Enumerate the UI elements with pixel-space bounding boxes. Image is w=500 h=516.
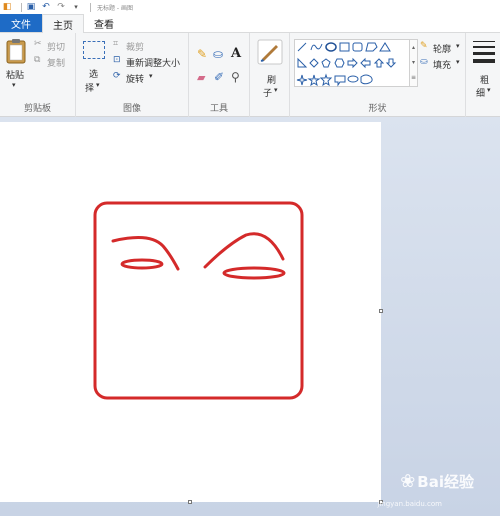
brushes-button[interactable]: 刷 子 ▾ [255,39,285,99]
paste-dropdown-icon: ▾ [12,81,16,89]
rotate-label: 旋转 [126,75,145,85]
paw-icon: ❀ [400,471,416,492]
baidu-watermark: ❀ Bai经验 [400,471,474,492]
shapes-gallery-icons [296,42,397,87]
paste-button[interactable]: 粘贴 ▾ [3,38,29,96]
brush-icon [257,39,283,65]
copy-button[interactable]: ⧉ 复制 [34,55,74,69]
clipboard-group: 粘贴 ▾ ✂ 剪切 ⧉ 复制 剪贴板 [0,33,76,117]
size-label-1: 粗 [480,76,490,86]
divider [90,2,91,12]
shapes-scroll[interactable]: ▴ ▾ ≡ [410,39,418,87]
cut-button[interactable]: ✂ 剪切 [34,39,74,53]
text-tool-icon[interactable]: A [231,46,241,61]
eraser-icon[interactable]: ▰ [197,71,205,84]
outline-button[interactable]: ✎ 轮廓 ▾ [420,41,464,55]
shapes-group-label: 形状 [368,104,387,114]
tools-group-label: 工具 [209,104,228,114]
watermark-url: jingyan.baidu.com [377,500,442,508]
select-label-2: 择 [85,84,95,94]
outline-label: 轮廓 [433,45,452,55]
size-group: 粗 细 ▾ [466,33,500,117]
size-label-2: 细 [476,89,486,99]
quick-access-toolbar: ◧ ▣ ↶ ↷ ▾ 无标题 - 画图 [0,0,500,14]
copy-icon: ⧉ [34,55,41,65]
resize-handle-right[interactable] [379,309,383,313]
fill-icon: ⛀ [420,57,428,67]
brushes-label-2: 子 [263,89,273,99]
brushes-group: 刷 子 ▾ [250,33,290,117]
tab-file[interactable]: 文件 [0,14,42,32]
undo-icon[interactable]: ↶ [41,2,51,12]
rotate-button[interactable]: ⟳ 旋转 ▾ [113,71,173,85]
crop-label: 裁剪 [126,43,145,53]
brushes-dropdown-icon: ▾ [274,86,278,94]
scissors-icon: ✂ [34,39,42,49]
drawing-canvas[interactable] [0,122,381,502]
size-button[interactable]: 粗 细 ▾ [471,39,497,99]
outline-icon: ✎ [420,41,428,51]
select-dropdown-icon: ▾ [96,81,100,89]
fill-bucket-icon[interactable]: ⛀ [213,47,223,61]
rotate-dropdown-icon: ▾ [149,72,153,80]
resize-handle-bottom[interactable] [188,500,192,504]
paint-app-icon[interactable]: ◧ [2,2,12,12]
watermark-brand: Bai经验 [417,473,474,491]
color-picker-icon[interactable]: ✐ [214,70,224,84]
customize-chevron-icon[interactable]: ▾ [71,2,81,12]
rotate-icon: ⟳ [113,71,121,81]
select-label-1: 选 [89,70,99,80]
resize-button[interactable]: ⊡ 重新调整大小 [113,55,187,69]
save-icon[interactable]: ▣ [26,2,36,12]
clipboard-group-label: 剪贴板 [23,104,51,114]
redo-icon[interactable]: ↷ [56,2,66,12]
line-thickness-icon [473,41,495,63]
resize-icon: ⊡ [113,55,121,65]
select-button[interactable]: 选 择 ▾ [81,41,107,97]
magnifier-icon[interactable]: ⚲ [231,70,240,84]
tab-view[interactable]: 查看 [84,14,124,32]
tools-group: ✎ ⛀ A ▰ ✐ ⚲ 工具 [189,33,250,117]
fill-dropdown-icon: ▾ [456,58,460,66]
outline-dropdown-icon: ▾ [456,42,460,50]
fill-label: 填充 [433,61,452,71]
clipboard-icon [6,39,26,64]
pencil-icon[interactable]: ✎ [197,47,207,61]
brushes-label-1: 刷 [267,76,277,86]
face-drawing [93,201,304,400]
canvas-workspace: ❀ Bai经验 jingyan.baidu.com [0,117,500,516]
selection-rect-icon [83,41,105,59]
ribbon-tabs: 文件 主页 查看 [0,14,500,33]
crop-button[interactable]: ⌗ 裁剪 [113,39,173,53]
window-title: 无标题 - 画图 [97,4,133,12]
ribbon: 粘贴 ▾ ✂ 剪切 ⧉ 复制 剪贴板 选 择 ▾ ⌗ 裁剪 ⊡ 重新调整大小 ⟳ [0,33,500,117]
shapes-group: ▴ ▾ ≡ ✎ 轮廓 ▾ ⛀ 填充 ▾ 形状 [290,33,466,117]
fill-button[interactable]: ⛀ 填充 ▾ [420,57,464,71]
copy-label: 复制 [47,59,66,69]
cut-label: 剪切 [47,43,66,53]
crop-icon: ⌗ [113,39,119,49]
image-group-label: 图像 [122,104,141,114]
resize-label: 重新调整大小 [126,59,181,69]
tab-home[interactable]: 主页 [42,14,84,33]
paste-label: 粘贴 [6,71,25,81]
divider [21,2,22,12]
size-dropdown-icon: ▾ [487,86,491,94]
shapes-gallery[interactable] [294,39,410,87]
image-group: 选 择 ▾ ⌗ 裁剪 ⊡ 重新调整大小 ⟳ 旋转 ▾ 图像 [76,33,189,117]
